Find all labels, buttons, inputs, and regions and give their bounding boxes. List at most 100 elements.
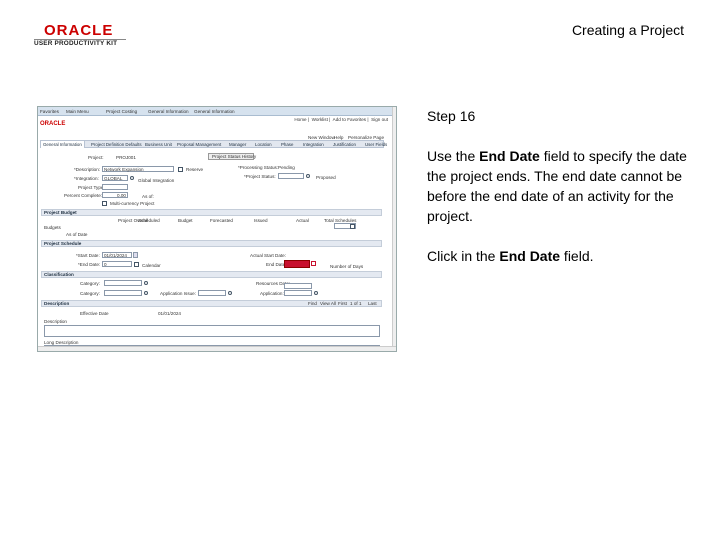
screenshot-vertical-scrollbar[interactable] bbox=[392, 107, 396, 351]
multi-currency-checkbox[interactable] bbox=[102, 201, 107, 206]
slide-page: ORACLE USER PRODUCTIVITY KIT Creating a … bbox=[0, 0, 720, 540]
budget-col-forecasted: Forecasted bbox=[210, 218, 233, 223]
application-field[interactable] bbox=[284, 290, 312, 296]
document-title: Creating a Project bbox=[571, 22, 684, 38]
processing-status-value: Pending bbox=[278, 165, 295, 170]
resources-date-field[interactable] bbox=[284, 283, 312, 289]
as-of-label: As of: bbox=[142, 194, 154, 199]
integration-field[interactable]: GLOBAL bbox=[102, 175, 128, 181]
project-type-field[interactable] bbox=[102, 184, 128, 190]
number-of-days-label: Number of Days bbox=[330, 264, 364, 269]
tab-user-fields[interactable]: User Fields bbox=[365, 142, 387, 147]
project-type-label: Project Type: bbox=[78, 185, 105, 190]
tab-phase[interactable]: Phase bbox=[281, 142, 293, 147]
percent-complete-label: Percent Complete: bbox=[64, 193, 103, 198]
tab-integration[interactable]: Integration bbox=[303, 142, 324, 147]
category2-label: Category: bbox=[80, 291, 100, 296]
embedded-screenshot: Favorites Main Menu Project Costing Gene… bbox=[37, 106, 397, 352]
step-number: Step 16 bbox=[427, 108, 476, 124]
view-all-link[interactable]: View All bbox=[320, 301, 336, 306]
effective-date-label: Effective Date bbox=[80, 311, 109, 316]
category-field[interactable] bbox=[104, 280, 142, 286]
description-field[interactable]: Network Expansion bbox=[102, 166, 174, 172]
integration-label: *Integration: bbox=[74, 176, 99, 181]
project-status-history-button[interactable]: Project Status History bbox=[208, 153, 256, 160]
tab-business-unit[interactable]: Business Unit bbox=[145, 142, 172, 147]
oracle-upk-logo: ORACLE USER PRODUCTIVITY KIT bbox=[34, 22, 126, 48]
last-link[interactable]: Last bbox=[368, 301, 377, 306]
screenshot-horizontal-scrollbar[interactable] bbox=[38, 346, 396, 351]
effective-date-value: 01/01/2024 bbox=[158, 311, 181, 316]
budget-col-issued: Issued bbox=[254, 218, 268, 223]
project-label: Project: bbox=[88, 155, 104, 160]
description-textarea[interactable] bbox=[44, 325, 380, 337]
start-date-dropdown-icon[interactable] bbox=[133, 252, 138, 258]
end-date-highlighted-field[interactable] bbox=[284, 260, 310, 268]
project-status-value: Proposed bbox=[316, 175, 336, 180]
category2-lookup-icon[interactable] bbox=[144, 291, 148, 295]
tab-proposal-management[interactable]: Proposal Management bbox=[177, 142, 221, 147]
upk-subtitle: USER PRODUCTIVITY KIT bbox=[34, 40, 118, 47]
total-schedules-calendar-icon[interactable] bbox=[350, 224, 355, 229]
tab-project-definition-defaults[interactable]: Project Definition Defaults bbox=[91, 142, 142, 147]
integration-lookup-icon[interactable] bbox=[130, 176, 134, 180]
tab-manager[interactable]: Manager bbox=[229, 142, 246, 147]
start-date-field[interactable]: 01/01/2024 bbox=[102, 252, 132, 258]
breadcrumb-general-info-1[interactable]: General Information bbox=[148, 109, 189, 114]
step-action: Click in the End Date field. bbox=[427, 248, 594, 264]
app-oracle-logo: ORACLE bbox=[40, 121, 66, 127]
first-link[interactable]: First bbox=[338, 301, 347, 306]
project-budget-section: Project Budget bbox=[41, 209, 382, 216]
range-indicator: 1 of 1 bbox=[350, 301, 362, 306]
actual-start-label: Actual Start Date: bbox=[250, 253, 287, 258]
oracle-wordmark: ORACLE bbox=[44, 22, 114, 39]
tab-general-information[interactable]: General Information bbox=[41, 141, 85, 148]
category-lookup-icon[interactable] bbox=[144, 281, 148, 285]
reserve-checkbox[interactable] bbox=[178, 167, 183, 172]
application-lookup-icon[interactable] bbox=[314, 291, 318, 295]
application-label: Application: bbox=[260, 291, 284, 296]
signout-link[interactable]: Sign out bbox=[371, 117, 388, 122]
project-status-field[interactable] bbox=[278, 173, 304, 179]
project-status-lookup-icon[interactable] bbox=[306, 174, 310, 178]
action-field-highlight: End Date bbox=[499, 248, 561, 264]
processing-status-label: *Processing Status: bbox=[238, 165, 279, 170]
budget-row-budgets: Budgets bbox=[44, 225, 61, 230]
breadcrumb-main-menu[interactable]: Main Menu bbox=[66, 109, 89, 114]
step-description: Use the End Date field to specify the da… bbox=[427, 148, 687, 224]
tab-location[interactable]: Location bbox=[255, 142, 272, 147]
start-date-label: *Start Date: bbox=[76, 253, 100, 258]
breadcrumb-project-costing[interactable]: Project Costing bbox=[106, 109, 137, 114]
find-link[interactable]: Find bbox=[308, 301, 317, 306]
budget-col-budget: Budget bbox=[178, 218, 193, 223]
project-status-label: *Project Status: bbox=[244, 174, 276, 179]
application-issue-label: Application Issue: bbox=[160, 291, 197, 296]
description-label: *Description: bbox=[74, 167, 101, 172]
calendar-label: Calendar bbox=[142, 263, 161, 268]
worklist-link[interactable]: Worklist bbox=[312, 117, 328, 122]
breadcrumb-general-info-2[interactable]: General Information bbox=[194, 109, 235, 114]
budget-col-actual: Actual bbox=[296, 218, 309, 223]
app-topbar: Favorites Main Menu Project Costing Gene… bbox=[38, 107, 396, 116]
end-date-highlight-calendar-icon[interactable] bbox=[311, 261, 316, 266]
integration-description: Global Integration bbox=[138, 178, 175, 183]
add-favorites-link[interactable]: Add to Favorites bbox=[333, 117, 366, 122]
application-issue-field[interactable] bbox=[198, 290, 226, 296]
tab-strip: General Information Project Definition D… bbox=[40, 140, 387, 148]
description-grid-label: Description bbox=[44, 319, 67, 324]
category2-field[interactable] bbox=[104, 290, 142, 296]
percent-complete-field[interactable]: 0.00 bbox=[102, 192, 128, 198]
classification-section: Classification bbox=[41, 271, 382, 278]
tab-justification[interactable]: Justification bbox=[333, 142, 356, 147]
field-name-highlight: End Date bbox=[479, 148, 540, 164]
multi-currency-label: Multi-currency Project bbox=[110, 201, 155, 206]
end-date-calendar-icon[interactable] bbox=[134, 262, 139, 267]
end-date-label: *End Date: bbox=[78, 262, 101, 267]
app-header-links: Home | Worklist | Add to Favorites | Sig… bbox=[294, 117, 388, 122]
home-link[interactable]: Home bbox=[294, 117, 306, 122]
application-issue-lookup-icon[interactable] bbox=[228, 291, 232, 295]
end-date-field[interactable]: 0 bbox=[102, 261, 132, 267]
reserve-label: Reserve bbox=[186, 167, 204, 172]
instruction-panel: Step 16 Use the End Date field to specif… bbox=[427, 106, 689, 286]
favorites-menu[interactable]: Favorites bbox=[40, 109, 59, 114]
